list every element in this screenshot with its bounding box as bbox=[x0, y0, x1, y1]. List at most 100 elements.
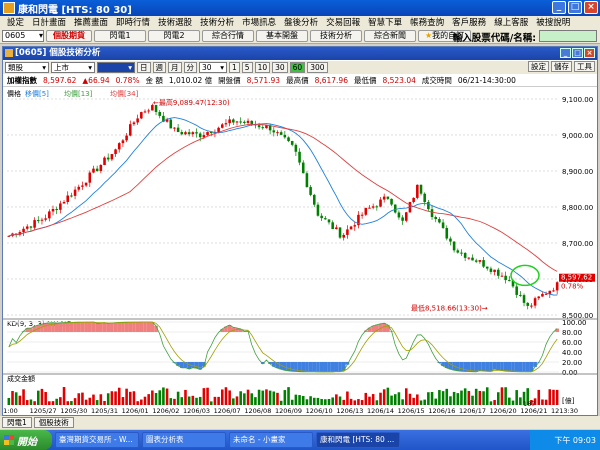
kd-overbought-fill bbox=[87, 322, 92, 332]
menu-item-9[interactable]: 智慧下單 bbox=[364, 16, 406, 28]
minute-30-button[interactable]: 30 bbox=[272, 62, 288, 73]
candle-body bbox=[95, 168, 99, 172]
volume-bar bbox=[88, 397, 92, 405]
candle-body bbox=[335, 227, 338, 230]
volume-bar bbox=[298, 395, 301, 405]
tools-button[interactable]: 工具 bbox=[574, 61, 595, 72]
interval-select[interactable]: 30 ▾ bbox=[199, 62, 227, 73]
save-button[interactable]: 儲存 bbox=[551, 61, 572, 72]
settings-button[interactable]: 設定 bbox=[528, 61, 549, 72]
minute-60-button[interactable]: 60 bbox=[289, 62, 306, 73]
volume-bar bbox=[386, 387, 390, 405]
period-month-button[interactable]: 月 bbox=[168, 62, 182, 73]
volume-bar bbox=[125, 388, 128, 405]
menu-item-10[interactable]: 帳務查詢 bbox=[406, 16, 448, 28]
volume-bar bbox=[346, 391, 349, 405]
candle-body bbox=[250, 120, 254, 125]
market-select[interactable]: 類股 ▾ bbox=[5, 62, 49, 73]
minute-10-button[interactable]: 10 bbox=[254, 62, 271, 73]
stock-code-select[interactable]: 0605 ▾ bbox=[2, 29, 44, 42]
candle-body bbox=[386, 196, 390, 199]
task-browser[interactable]: 臺灣期貨交易所 - W... bbox=[55, 432, 139, 448]
candle-body bbox=[103, 157, 106, 166]
price-tick-label: 9,100.00 bbox=[562, 96, 593, 104]
minute-5-button[interactable]: 5 bbox=[241, 62, 253, 73]
toolbar-button-futures[interactable]: 個股期貨 bbox=[46, 29, 92, 42]
candle-body bbox=[132, 122, 136, 125]
toolbar-button-flash2[interactable]: 閃電2 bbox=[148, 29, 200, 42]
menu-item-4[interactable]: 技術選股 bbox=[154, 16, 196, 28]
minimize-button[interactable]: _ bbox=[552, 1, 566, 14]
maximize-button[interactable]: □ bbox=[568, 1, 582, 14]
symbol-select[interactable]: ▾ bbox=[97, 62, 135, 73]
window-minimize-button[interactable]: _ bbox=[560, 48, 571, 58]
menu-item-1[interactable]: 日計畫面 bbox=[28, 16, 70, 28]
x-axis-date: 1205/31 bbox=[91, 407, 118, 415]
minute-1-button[interactable]: 1 bbox=[229, 62, 240, 73]
candle-body bbox=[48, 211, 51, 219]
candle-body bbox=[416, 184, 419, 198]
candle-body bbox=[397, 212, 401, 218]
exchange-select[interactable]: 上市 ▾ bbox=[51, 62, 95, 73]
close-button[interactable]: × bbox=[584, 1, 598, 14]
task-paint[interactable]: 未命名 - 小畫家 bbox=[229, 432, 313, 448]
volume-bar bbox=[360, 400, 364, 405]
volume-bar bbox=[342, 399, 346, 405]
task-chart-table[interactable]: 圖表分析表 bbox=[142, 432, 226, 448]
toolbar-button-tech[interactable]: 技術分析 bbox=[310, 29, 362, 42]
candle-body bbox=[128, 124, 132, 136]
candle-body bbox=[158, 111, 162, 116]
kd-overbought-fill bbox=[135, 322, 140, 332]
candle-body bbox=[312, 194, 316, 205]
toolbar-button-news[interactable]: 綜合新聞 bbox=[364, 29, 416, 42]
window-close-button[interactable]: × bbox=[584, 48, 595, 58]
menu-item-3[interactable]: 即時行情 bbox=[112, 16, 154, 28]
volume-bar bbox=[36, 390, 40, 405]
x-axis-date: 1205/30 bbox=[60, 407, 87, 415]
menu-item-5[interactable]: 技術分析 bbox=[196, 16, 238, 28]
legend-entry: 均價[34] bbox=[110, 89, 139, 98]
time-label: 成交時間 bbox=[421, 76, 452, 85]
candle-body bbox=[81, 185, 84, 187]
menu-item-2[interactable]: 推薦畫面 bbox=[70, 16, 112, 28]
kd-overbought-fill bbox=[117, 322, 122, 332]
toolbar-button-open[interactable]: 基本開盤 bbox=[256, 29, 308, 42]
candle-body bbox=[427, 202, 430, 210]
toolbar-button-quotes[interactable]: 綜合行情 bbox=[202, 29, 254, 42]
menu-item-7[interactable]: 盤後分析 bbox=[280, 16, 322, 28]
candle-body bbox=[184, 132, 187, 135]
search-input[interactable] bbox=[539, 30, 597, 42]
menu-item-13[interactable]: 被搜說明 bbox=[532, 16, 574, 28]
kd-oversold-fill bbox=[327, 362, 331, 372]
candle-body bbox=[176, 127, 180, 133]
kd-oversold-fill bbox=[319, 362, 324, 372]
volume-bar bbox=[162, 387, 165, 405]
technical-chart[interactable]: 價格 移價[5] 均價[13] 均價[34] 9,100.00 9,000.00 8,900… bbox=[3, 87, 597, 415]
menu-item-0[interactable]: 設定 bbox=[3, 16, 28, 28]
task-app[interactable]: 康和閃電 [HTS: 80 ... bbox=[316, 432, 400, 448]
minute-300-button[interactable]: 300 bbox=[307, 62, 328, 73]
menu-item-11[interactable]: 客戶服務 bbox=[448, 16, 490, 28]
tab-stock-tech[interactable]: 個股技術 bbox=[33, 417, 74, 428]
candle-body bbox=[485, 266, 489, 269]
menu-item-8[interactable]: 交易回報 bbox=[322, 16, 364, 28]
candle-body bbox=[478, 260, 482, 262]
candle-body bbox=[173, 127, 176, 129]
menu-item-12[interactable]: 線上客服 bbox=[490, 16, 532, 28]
volume-bar bbox=[508, 397, 511, 405]
volume-bar bbox=[132, 391, 136, 405]
volume-bar bbox=[305, 399, 309, 405]
candle-body bbox=[515, 286, 518, 295]
tab-flash1[interactable]: 閃電1 bbox=[2, 417, 32, 428]
kd-oversold-fill bbox=[330, 362, 335, 372]
period-day-button[interactable]: 日 bbox=[137, 62, 151, 73]
period-week-button[interactable]: 週 bbox=[152, 62, 166, 73]
market-value: 類股 bbox=[8, 63, 23, 72]
toolbar-button-flash1[interactable]: 閃電1 bbox=[94, 29, 146, 42]
start-button[interactable]: 開始 bbox=[0, 430, 52, 450]
volume-bar bbox=[368, 396, 371, 405]
period-minute-button[interactable]: 分 bbox=[183, 62, 197, 73]
window-restore-button[interactable]: □ bbox=[572, 48, 583, 58]
candle-body bbox=[471, 257, 474, 261]
menu-item-6[interactable]: 市場訊息 bbox=[238, 16, 280, 28]
